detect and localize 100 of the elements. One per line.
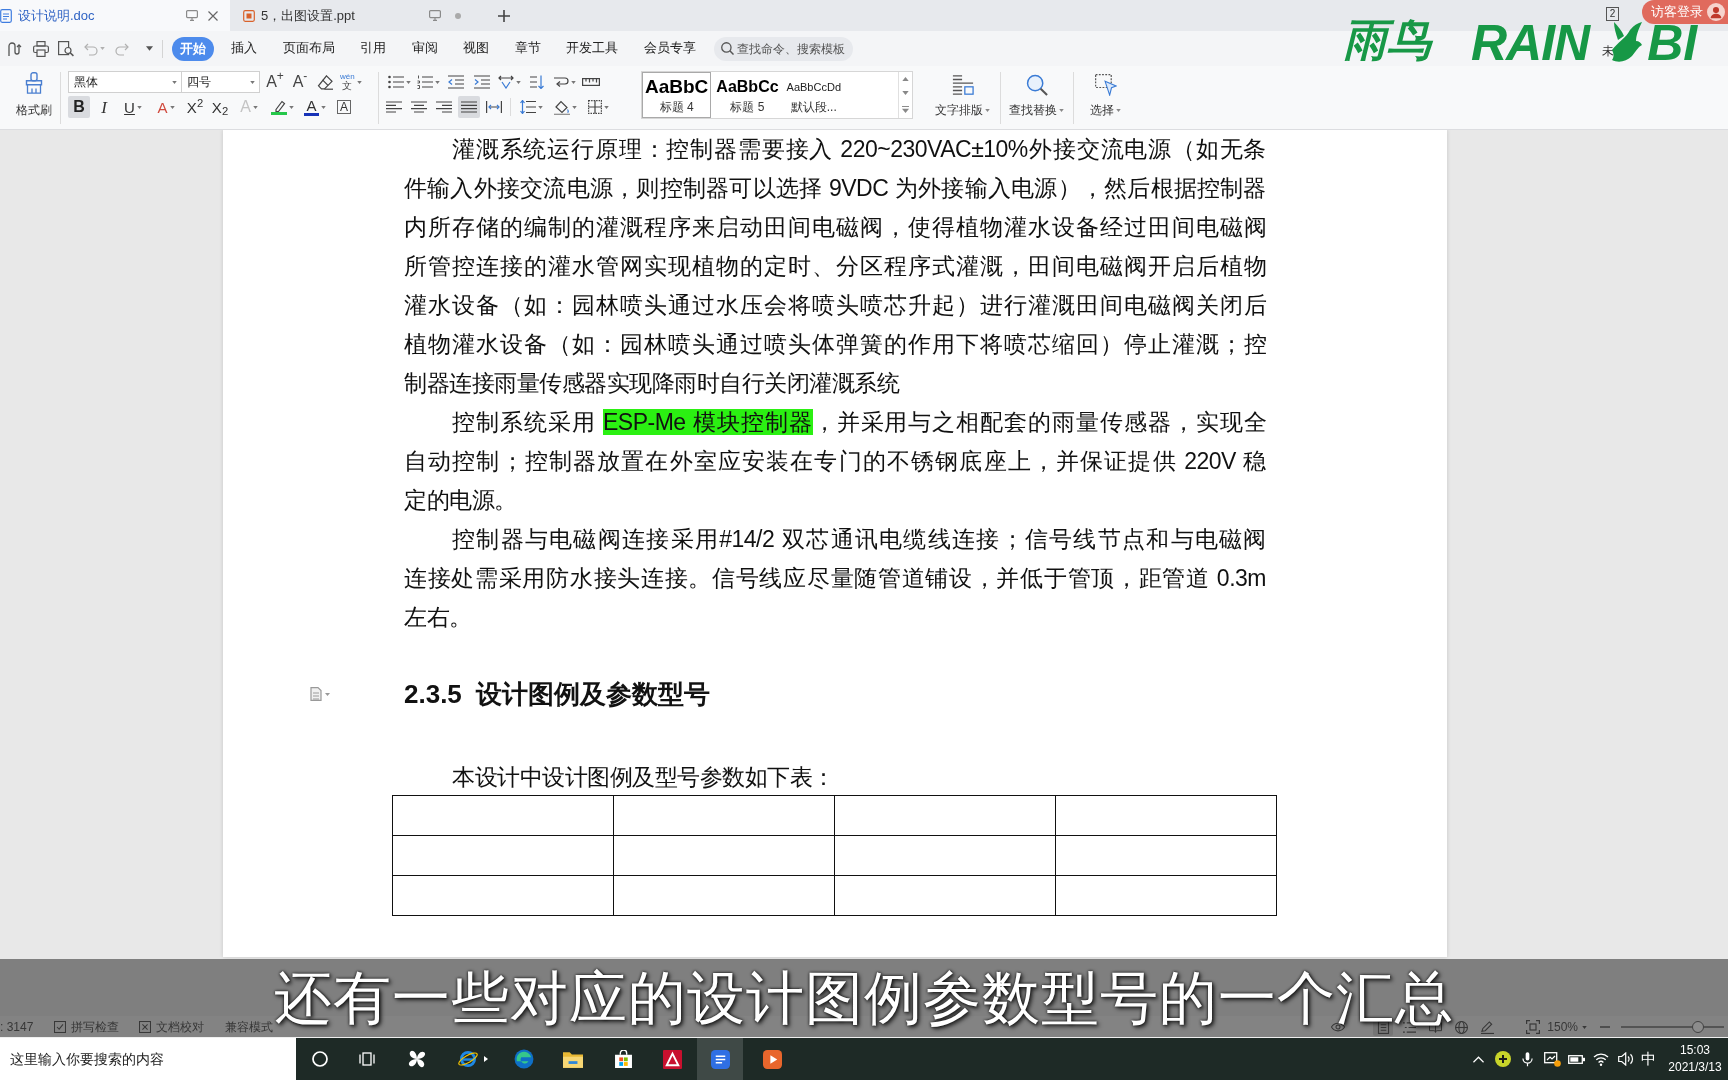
more-icon[interactable] <box>902 105 909 113</box>
caret-icon <box>1116 108 1121 112</box>
menu-tab[interactable]: 开发工具 <box>566 39 618 58</box>
avatar-icon <box>1707 3 1725 21</box>
superscript-button[interactable]: X$^{2}$ <box>184 96 206 118</box>
menu-tab[interactable]: 视图 <box>463 39 489 58</box>
caret-icon[interactable] <box>406 80 411 84</box>
close-icon[interactable] <box>208 10 218 21</box>
return-arrow-icon[interactable] <box>553 75 569 89</box>
circle-icon <box>312 1051 328 1067</box>
border-grid-icon[interactable] <box>588 100 602 114</box>
fullscreen-icon[interactable] <box>1526 1020 1541 1034</box>
find-replace-button[interactable]: 查找替换 <box>1009 66 1064 119</box>
caret-icon[interactable] <box>604 105 609 109</box>
battery-icon[interactable] <box>1568 1054 1586 1064</box>
menu-tab[interactable]: 会员专享 <box>643 39 696 58</box>
decrease-indent-icon[interactable] <box>448 75 464 89</box>
subtitle-text: 还有一些对应的设计图例参数型号的一个汇总 <box>274 971 1454 1025</box>
document-tile-icon <box>710 1049 730 1069</box>
wifi-icon[interactable] <box>1593 1052 1610 1066</box>
play-tile-icon <box>762 1049 782 1069</box>
character-border-button[interactable]: A <box>333 96 355 118</box>
italic-button[interactable]: I <box>93 96 115 118</box>
ring-globe-icon <box>456 1049 479 1069</box>
plus-circle-icon[interactable] <box>1495 1051 1512 1067</box>
chevron-up-icon[interactable] <box>1473 1055 1485 1063</box>
document-tab[interactable]: 设计说明.doc <box>0 0 230 31</box>
caret-icon <box>136 105 142 109</box>
microphone-icon[interactable] <box>1522 1051 1534 1067</box>
triangle-tile-icon <box>662 1049 682 1069</box>
shopping-bag-icon <box>614 1050 632 1068</box>
caret-icon[interactable] <box>516 80 521 84</box>
caret-icon <box>288 105 294 109</box>
text-layout-icon <box>951 74 974 96</box>
scroll-down-icon[interactable] <box>902 91 909 96</box>
logo-text: RAIN <box>1471 24 1590 62</box>
taskbar-search-field[interactable]: 这里输入你要搜索的内容 <box>0 1038 296 1080</box>
numbered-list-icon[interactable] <box>417 75 433 89</box>
zoom-slider-track[interactable] <box>1621 1021 1724 1033</box>
menu-tab[interactable]: 插入 <box>231 39 257 58</box>
section-heading: 2.3.5 设计图例及参数型号 <box>404 677 711 711</box>
style-preset[interactable]: AaBbCcDd 默认段... <box>783 72 844 118</box>
caret-icon[interactable] <box>571 80 576 84</box>
font-size-field[interactable]: 四号 <box>181 71 260 93</box>
text-direction-icon[interactable] <box>498 75 514 89</box>
style-preset[interactable]: AaBbC 标题 4 <box>642 72 712 118</box>
sort-icon[interactable] <box>529 75 545 89</box>
screen-icon[interactable] <box>1543 1051 1561 1067</box>
menu-tab[interactable]: 引用 <box>360 39 386 58</box>
logo-text: 雨鸟 <box>1343 18 1431 62</box>
subscript-button[interactable]: X$_{2}$ <box>209 96 231 118</box>
print-icon[interactable] <box>33 40 49 57</box>
font-color-button[interactable]: A <box>300 96 330 118</box>
ruler-icon[interactable] <box>582 78 600 86</box>
text-layout-button[interactable]: 文字排版 <box>935 66 990 119</box>
paint-bucket-icon[interactable] <box>554 99 570 115</box>
menu-tab[interactable]: 页面布局 <box>282 39 335 58</box>
speaker-icon[interactable] <box>1617 1052 1634 1066</box>
format-painter-button[interactable]: 格式刷 <box>12 66 56 119</box>
caret-icon[interactable] <box>146 46 153 51</box>
zoom-slider-thumb[interactable] <box>1692 1021 1705 1033</box>
selection-cursor-icon <box>1094 74 1117 96</box>
cross-box-icon <box>139 1021 152 1033</box>
menu-tab[interactable]: 章节 <box>514 39 541 58</box>
search-icon <box>1025 74 1048 96</box>
monitor-icon[interactable] <box>186 10 198 21</box>
caret-icon[interactable] <box>572 105 577 109</box>
bulleted-list-icon[interactable] <box>388 75 404 89</box>
scroll-up-icon[interactable] <box>902 77 909 82</box>
underline-button[interactable]: U <box>118 96 148 118</box>
shrink-font-button[interactable]: A$^{-}$ <box>290 71 310 93</box>
caret-icon <box>172 80 177 84</box>
pinyin-button[interactable]: wén 文 <box>340 71 362 93</box>
style-preset[interactable]: AaBbCc 标题 5 <box>713 72 782 118</box>
highlighter-icon <box>270 99 287 115</box>
checkbox-icon <box>54 1021 67 1033</box>
print-preview-icon[interactable] <box>58 40 74 57</box>
eraser-icon[interactable] <box>317 74 334 90</box>
bold-button[interactable]: B <box>68 96 90 118</box>
line-spacing-icon[interactable] <box>520 100 536 114</box>
input-method-indicator[interactable]: 中 <box>1638 1047 1658 1071</box>
command-search-field[interactable]: 查找命令、搜索模板 <box>714 36 853 61</box>
caret-icon[interactable] <box>538 105 543 109</box>
caret-icon[interactable] <box>435 80 440 84</box>
monitor-icon[interactable] <box>429 10 441 21</box>
align-justify-button[interactable] <box>458 96 480 118</box>
grow-font-button[interactable]: A$^{+}$ <box>265 71 285 93</box>
swirl-globe-icon <box>514 1049 534 1069</box>
select-button[interactable]: 选择 <box>1090 66 1121 119</box>
window-switcher[interactable]: 2 <box>1606 7 1619 21</box>
paragraph-handle-icon[interactable] <box>310 687 330 701</box>
clock[interactable]: 15:03 2021/3/13 <box>1664 1042 1726 1076</box>
body-paragraph: 灌溉系统运行原理：控制器需要接入 220~230VAC±10%外接交流电源（如无条 件输入外接交流电源，则控制器可以选择 9VDC 为外接输入电源），然后根据控制器 内所存储的编制的灌溉程序来启动田间电磁阀，使得植物灌水设备经过田间电磁阀 所管控连接的灌水管网实现植物的定时、分区程序式灌溉，田间电磁阀开启后植物 灌水设备（如：园林喷头通过水压会将喷头喷芯升起）进行灌溉田间电磁阀关闭后 植物灌水设备（如：园林喷头通过喷头体弹簧的作用下将喷芯缩回）停止灌溉；控 制器连接雨量传感器实现降雨时自行关闭灌溉系统 <box>404 135 1266 398</box>
increase-indent-icon[interactable] <box>474 75 490 89</box>
strikethrough-button[interactable]: A <box>151 96 181 118</box>
plus-icon[interactable] <box>498 9 510 22</box>
font-name-field[interactable]: 黑体 <box>68 71 182 93</box>
caret-icon <box>1059 108 1064 112</box>
menu-tab[interactable]: 审阅 <box>411 39 438 58</box>
hook-icon[interactable] <box>8 40 22 57</box>
